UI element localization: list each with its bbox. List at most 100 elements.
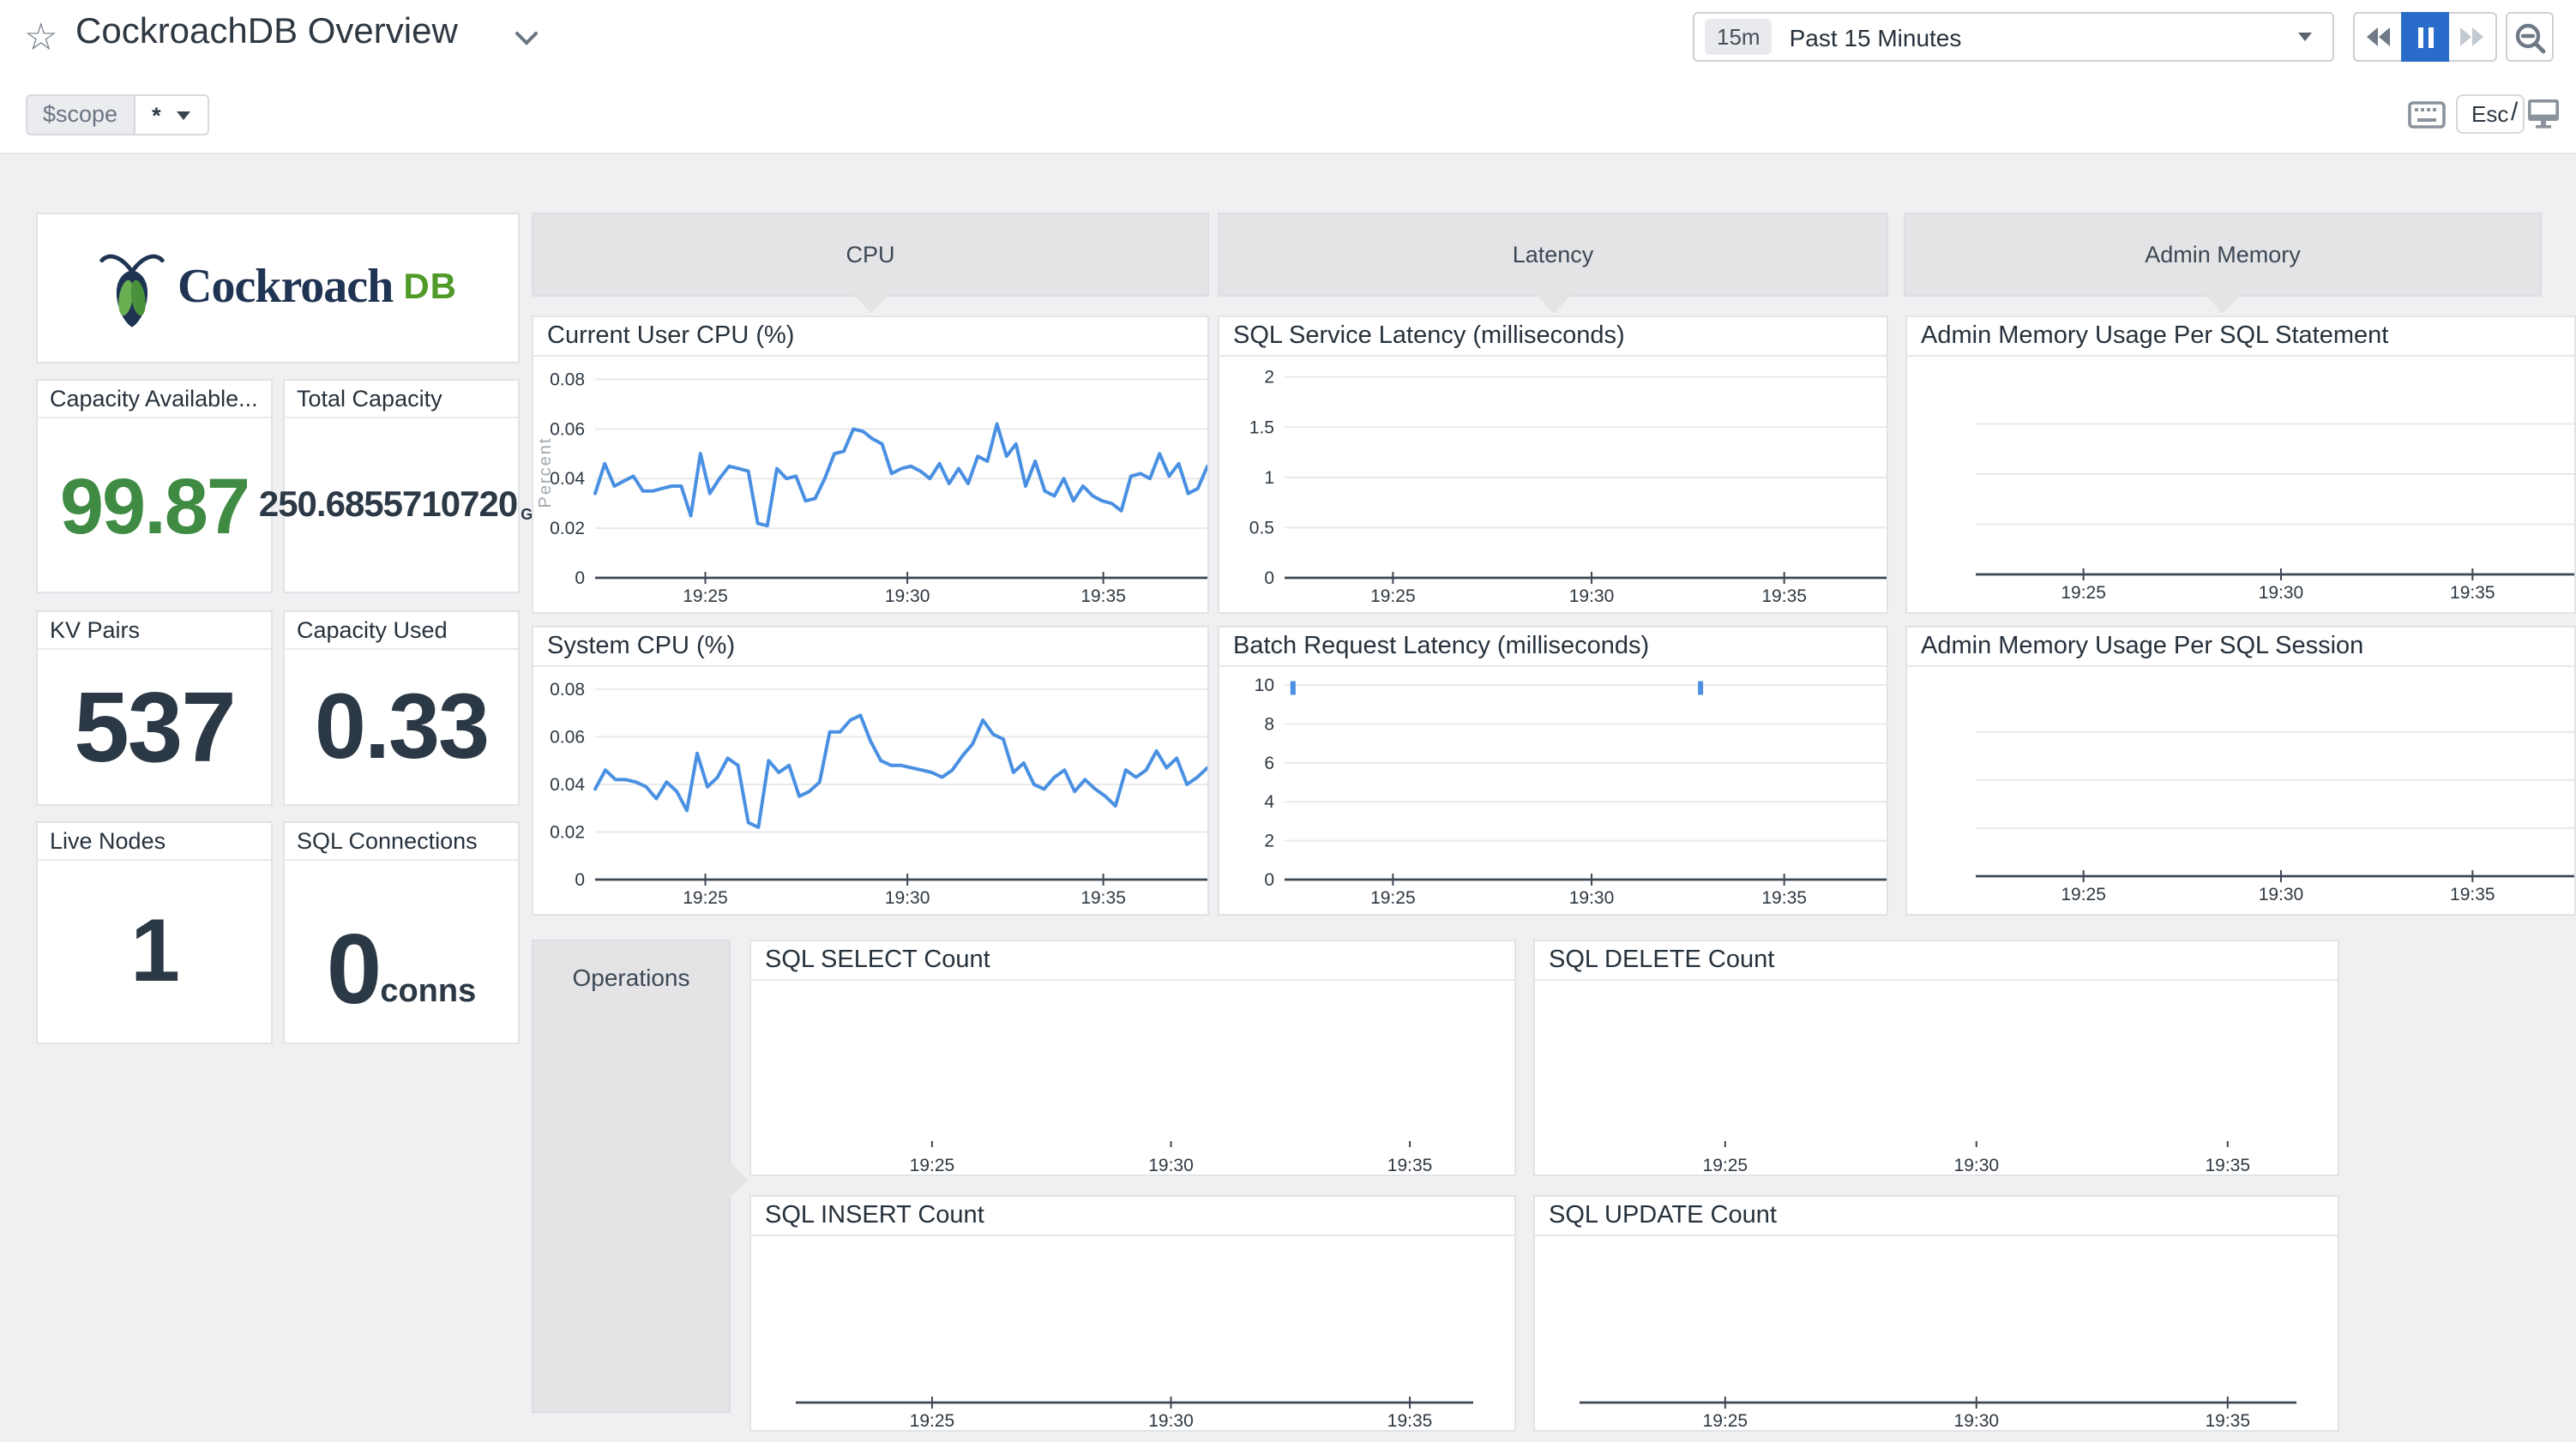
chart-plot[interactable]: 00.020.040.060.0819:2519:3019:35Percent	[533, 357, 1207, 612]
title-dropdown-chevron-icon[interactable]	[515, 31, 539, 46]
time-range-caret-icon	[2298, 33, 2312, 41]
svg-text:19:30: 19:30	[1148, 1156, 1194, 1175]
chart-card-sql-update-count[interactable]: SQL UPDATE Count 19:2519:3019:35	[1533, 1195, 2339, 1432]
svg-text:19:35: 19:35	[2450, 885, 2495, 904]
group-header-cpu[interactable]: CPU	[532, 213, 1209, 297]
svg-text:10: 10	[1255, 676, 1274, 695]
chart-plot[interactable]: 19:2519:3019:35	[1907, 357, 2574, 612]
magnifier-minus-icon	[2513, 20, 2547, 54]
chart-plot[interactable]: 00.020.040.060.0819:2519:3019:35	[533, 667, 1207, 914]
svg-text:19:30: 19:30	[1569, 888, 1615, 908]
svg-text:2: 2	[1264, 832, 1274, 851]
chart-card-sql-insert-count[interactable]: SQL INSERT Count 19:2519:3019:35	[749, 1195, 1516, 1432]
chart-plot[interactable]: 19:2519:3019:35	[751, 1236, 1514, 1430]
group-label: CPU	[846, 242, 894, 267]
svg-text:Percent: Percent	[536, 437, 555, 508]
svg-text:19:25: 19:25	[1370, 586, 1416, 606]
top-header: ☆ CockroachDB Overview 15m Past 15 Minut…	[0, 0, 2576, 154]
chart-title: Current User CPU (%)	[533, 317, 1207, 357]
chart-card-batch-request-latency[interactable]: Batch Request Latency (milliseconds) 024…	[1218, 626, 1888, 916]
svg-text:0: 0	[1264, 870, 1274, 890]
keyboard-shortcuts-icon[interactable]	[2408, 101, 2446, 129]
chart-card-sql-select-count[interactable]: SQL SELECT Count 19:2519:3019:35	[749, 940, 1516, 1176]
svg-text:0.08: 0.08	[550, 680, 585, 700]
rewind-button[interactable]	[2353, 12, 2401, 62]
metric-card-kv-pairs: KV Pairs 537	[36, 610, 273, 806]
chart-title: Admin Memory Usage Per SQL Statement	[1907, 317, 2574, 357]
tv-mode-icon[interactable]	[2526, 98, 2561, 129]
time-range-selector[interactable]: 15m Past 15 Minutes	[1693, 12, 2334, 62]
chart-title: SQL Service Latency (milliseconds)	[1219, 317, 1887, 357]
template-variable-scope[interactable]: $scope *	[26, 94, 209, 135]
svg-text:19:25: 19:25	[1370, 888, 1416, 908]
chart-title: SQL DELETE Count	[1535, 941, 2338, 981]
metric-value: 1	[130, 900, 178, 1003]
logo-wordmark: Cockroach	[178, 261, 393, 315]
chart-card-sql-delete-count[interactable]: SQL DELETE Count 19:25 19:30 19:35	[1533, 940, 2339, 1176]
metric-title: Capacity Used	[285, 612, 518, 650]
group-header-operations[interactable]: Operations	[532, 940, 731, 1413]
group-notch	[853, 295, 888, 314]
metric-title: Capacity Available...	[38, 381, 271, 418]
svg-text:19:25: 19:25	[910, 1156, 955, 1175]
svg-text:19:35: 19:35	[1761, 586, 1807, 606]
svg-text:0.02: 0.02	[550, 822, 585, 842]
chart-title: SQL SELECT Count	[751, 941, 1514, 981]
metric-value: 537	[74, 670, 235, 784]
svg-text:1.5: 1.5	[1249, 418, 1274, 437]
metric-unit: conns	[380, 974, 476, 1012]
forward-button[interactable]	[2449, 12, 2497, 62]
slash-separator: /	[2511, 98, 2518, 127]
group-header-latency[interactable]: Latency	[1218, 213, 1888, 297]
dashboard-page: ☆ CockroachDB Overview 15m Past 15 Minut…	[0, 0, 2576, 1442]
chart-plot[interactable]: 19:25 19:30 19:35	[1535, 981, 2338, 1175]
chart-title: Admin Memory Usage Per SQL Session	[1907, 628, 2574, 667]
metric-value: 0	[327, 927, 381, 1012]
svg-text:19:25: 19:25	[1703, 1156, 1748, 1175]
group-label: Admin Memory	[2145, 242, 2301, 267]
svg-text:0: 0	[1264, 568, 1274, 588]
scope-value-text: *	[152, 102, 161, 128]
group-header-admin-memory[interactable]: Admin Memory	[1904, 213, 2542, 297]
chart-plot[interactable]: 19:2519:3019:35	[1535, 1236, 2338, 1430]
cockroachdb-logo-card: Cockroach DB	[36, 213, 520, 364]
chart-card-admin-memory-session[interactable]: Admin Memory Usage Per SQL Session 19:25…	[1905, 626, 2576, 916]
group-notch	[1536, 295, 1570, 314]
metric-card-capacity-used: Capacity Used 0.33	[283, 610, 520, 806]
group-notch	[2206, 295, 2240, 314]
svg-text:4: 4	[1264, 792, 1274, 812]
chart-title: SQL UPDATE Count	[1535, 1197, 2338, 1236]
svg-text:0.06: 0.06	[550, 419, 585, 439]
chart-plot[interactable]: 19:2519:3019:35	[1907, 667, 2574, 914]
svg-text:19:30: 19:30	[885, 586, 930, 606]
zoom-out-button[interactable]	[2506, 12, 2554, 62]
svg-text:0.06: 0.06	[550, 727, 585, 747]
favorite-star-icon[interactable]: ☆	[24, 15, 57, 60]
chart-card-admin-memory-statement[interactable]: Admin Memory Usage Per SQL Statement 19:…	[1905, 315, 2576, 614]
svg-text:19:35: 19:35	[2205, 1156, 2250, 1175]
svg-text:0.5: 0.5	[1249, 518, 1274, 538]
metric-value: 99.87	[60, 459, 249, 551]
svg-text:19:30: 19:30	[1954, 1156, 2000, 1175]
metric-title: Live Nodes	[38, 823, 271, 861]
chart-card-sql-service-latency[interactable]: SQL Service Latency (milliseconds) 0 0.5 1…	[1218, 315, 1888, 614]
svg-text:0.04: 0.04	[550, 775, 585, 795]
pause-button[interactable]	[2401, 12, 2449, 62]
time-range-label: Past 15 Minutes	[1790, 23, 1962, 51]
svg-text:1: 1	[1264, 468, 1274, 488]
chart-card-system-cpu[interactable]: System CPU (%) 00.020.040.060.0819:2519:…	[532, 626, 1209, 916]
group-label: Operations	[533, 941, 729, 991]
metric-card-capacity-available: Capacity Available... 99.87	[36, 379, 273, 593]
metric-title: SQL Connections	[285, 823, 518, 861]
chart-plot[interactable]: 19:2519:3019:35	[751, 981, 1514, 1175]
chart-card-current-user-cpu[interactable]: Current User CPU (%) 00.020.040.060.0819…	[532, 315, 1209, 614]
chart-plot[interactable]: 00.511.5219:2519:3019:35	[1219, 357, 1887, 612]
scope-caret-icon	[177, 111, 190, 119]
scope-value[interactable]: *	[133, 94, 209, 135]
chart-plot[interactable]: 024681019:2519:3019:35	[1219, 667, 1887, 914]
svg-text:0.02: 0.02	[550, 519, 585, 538]
svg-text:19:30: 19:30	[1569, 586, 1615, 606]
svg-text:19:35: 19:35	[1387, 1411, 1433, 1430]
svg-text:19:30: 19:30	[2259, 885, 2304, 904]
pause-icon	[2417, 27, 2433, 47]
